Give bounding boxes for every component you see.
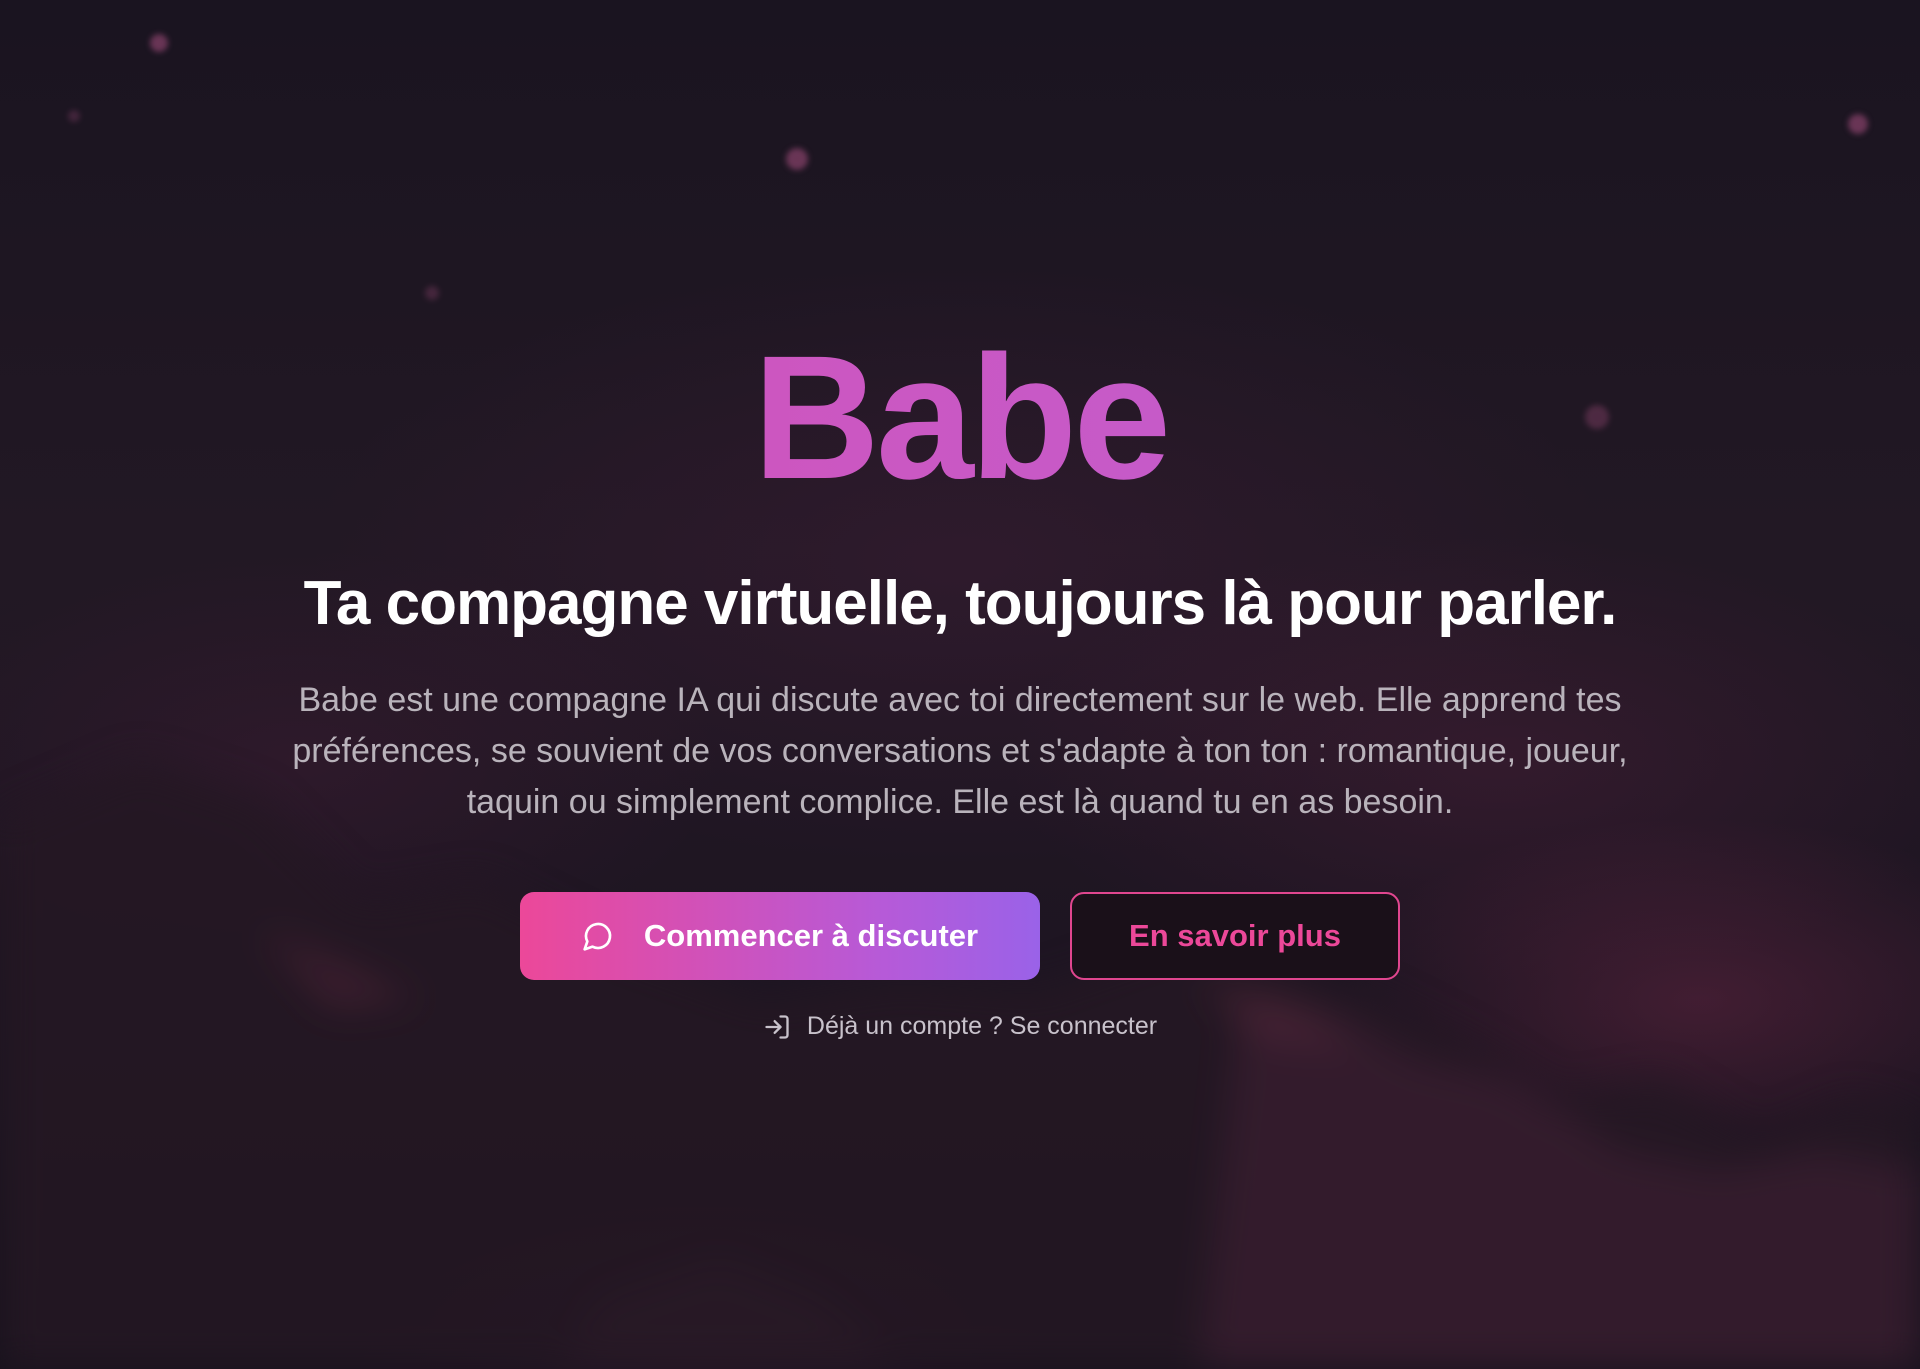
learn-more-label: En savoir plus (1129, 918, 1341, 953)
background-star (425, 286, 439, 300)
hero-section: Babe Ta compagne virtuelle, toujours là … (0, 330, 1920, 1041)
cta-group: Commencer à discuter En savoir plus (0, 892, 1920, 980)
sign-in-icon (763, 1013, 791, 1041)
tagline: Ta compagne virtuelle, toujours là pour … (303, 569, 1618, 638)
login-link[interactable]: Déjà un compte ? Se connecter (0, 1012, 1920, 1041)
background-star (68, 110, 80, 122)
brand-title: Babe (0, 330, 1920, 506)
login-label: Déjà un compte ? Se connecter (806, 1012, 1158, 1040)
background-star (1848, 114, 1868, 134)
chat-bubble-icon (582, 920, 614, 952)
background-star (150, 34, 168, 52)
start-chat-button[interactable]: Commencer à discuter (520, 892, 1040, 980)
start-chat-label: Commencer à discuter (643, 918, 979, 953)
description: Babe est une compagne IA qui discute ave… (292, 681, 1628, 821)
learn-more-button[interactable]: En savoir plus (1070, 892, 1400, 980)
background-star (786, 148, 808, 170)
